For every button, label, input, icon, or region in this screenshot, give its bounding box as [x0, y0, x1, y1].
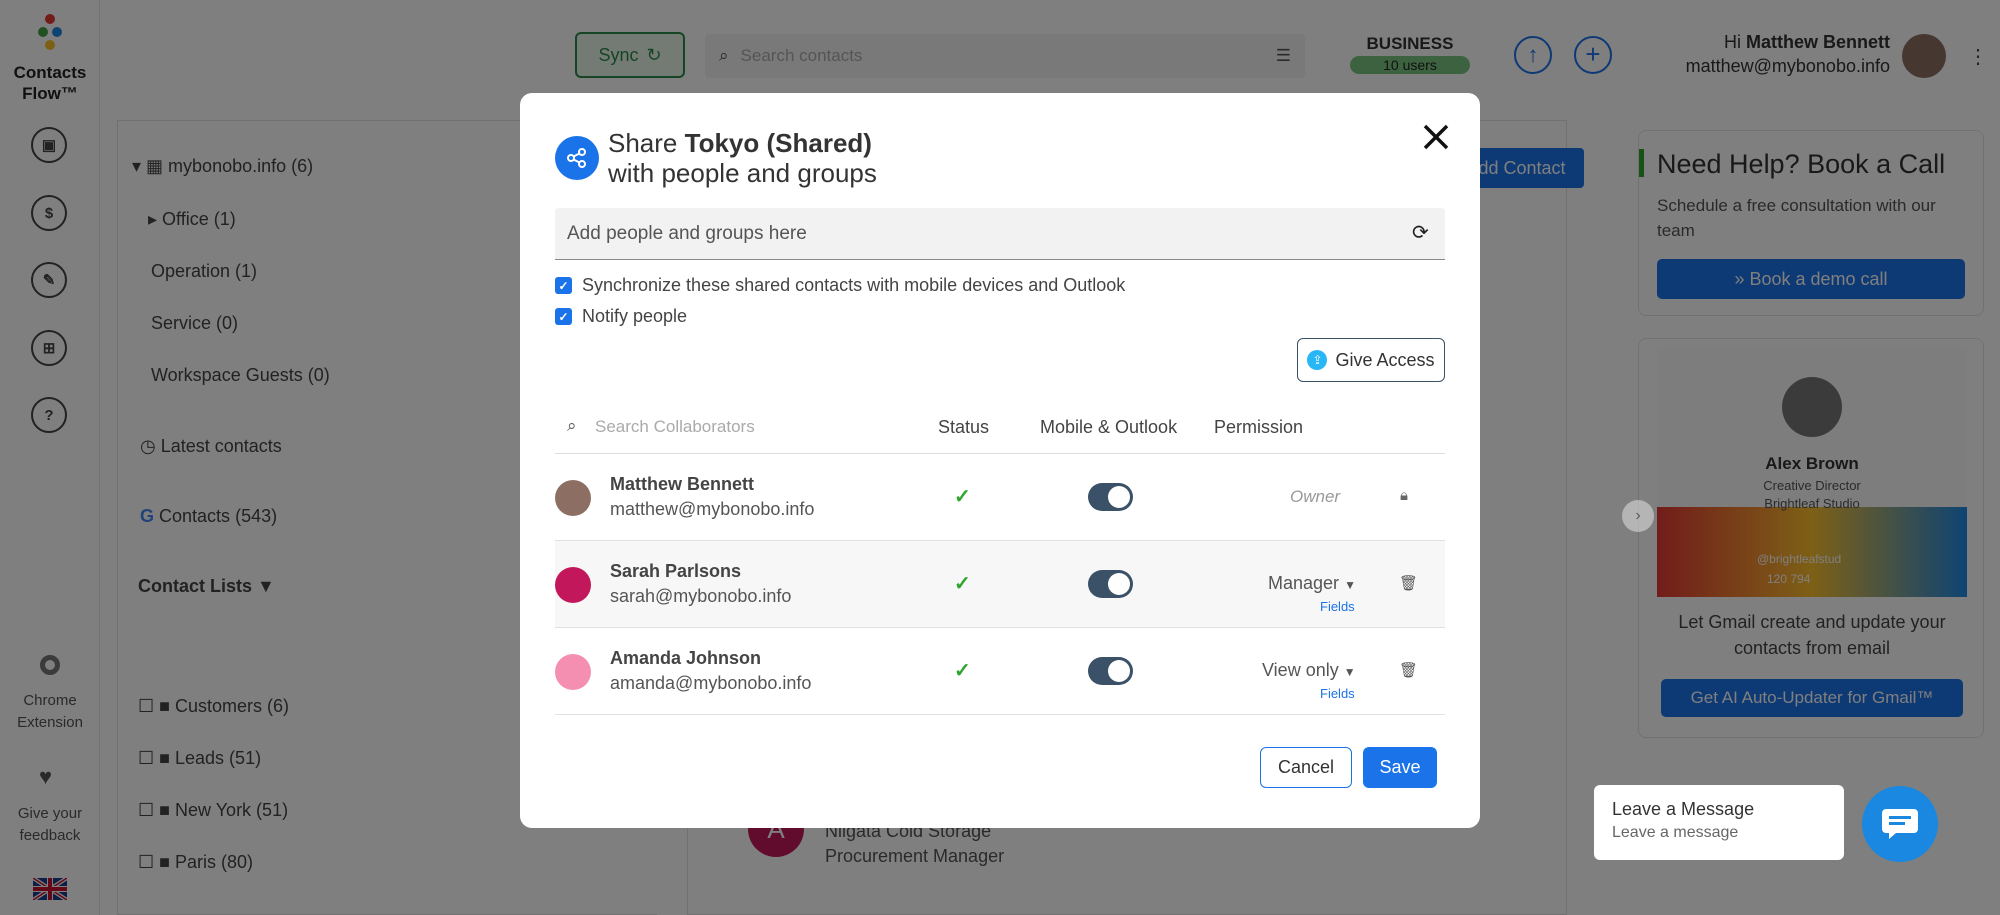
- trash-icon[interactable]: 🗑︎: [1399, 574, 1418, 592]
- permission-owner: Owner: [1290, 487, 1341, 506]
- collaborator-email: amanda@mybonobo.info: [610, 673, 812, 693]
- dialog-subtitle: with people and groups: [608, 158, 877, 188]
- give-access-button[interactable]: ⇪ Give Access: [1297, 338, 1445, 382]
- collaborator-email: sarah@mybonobo.info: [610, 586, 792, 606]
- chat-launcher-button[interactable]: [1862, 786, 1938, 862]
- notify-option-label: Notify people: [582, 306, 688, 326]
- add-people-input[interactable]: Add people and groups here: [567, 223, 807, 245]
- cancel-button[interactable]: Cancel: [1260, 747, 1352, 788]
- search-collaborators-input[interactable]: Search Collaborators: [595, 417, 755, 437]
- chat-subtitle: Leave a message: [1612, 824, 1739, 841]
- refresh-icon[interactable]: ⟳: [1412, 220, 1429, 245]
- status-check-icon: ✓: [954, 660, 971, 682]
- collaborator-row: Amanda Johnson amanda@mybonobo.info ✓ Vi…: [555, 628, 1445, 715]
- collaborator-name: Amanda Johnson: [610, 648, 762, 668]
- permission-dropdown[interactable]: View only ▼: [1262, 660, 1356, 681]
- collaborator-row: Sarah Parlsons sarah@mybonobo.info ✓ Man…: [555, 541, 1445, 628]
- collaborator-email: matthew@mybonobo.info: [610, 499, 815, 519]
- shared-item-name: Tokyo (Shared): [684, 128, 872, 158]
- share-small-icon: ⇪: [1307, 350, 1328, 370]
- mobile-outlook-column-header: Mobile & Outlook: [1040, 417, 1178, 437]
- mobile-outlook-toggle[interactable]: [1088, 570, 1133, 598]
- share-dialog: Share Tokyo (Shared) with people and gro…: [520, 93, 1480, 828]
- save-button[interactable]: Save: [1363, 747, 1437, 788]
- notify-checkbox[interactable]: ✓: [555, 308, 572, 325]
- share-icon: [555, 136, 599, 180]
- trash-icon[interactable]: 🗑︎: [1399, 661, 1418, 679]
- add-people-field[interactable]: Add people and groups here ⟳: [555, 208, 1445, 260]
- collaborator-row: Matthew Bennett matthew@mybonobo.info ✓ …: [555, 454, 1445, 541]
- collaborator-name: Sarah Parlsons: [610, 561, 742, 581]
- mobile-outlook-toggle[interactable]: [1088, 657, 1133, 685]
- status-column-header: Status: [938, 417, 990, 437]
- fields-link[interactable]: Fields: [1320, 599, 1355, 614]
- carousel-prev-icon[interactable]: ›: [1622, 500, 1654, 532]
- avatar: [555, 480, 591, 516]
- sync-option-label: Synchronize these shared contacts with m…: [582, 275, 1126, 295]
- collaborator-name: Matthew Bennett: [610, 474, 754, 494]
- lock-icon: 🔒︎: [1400, 487, 1408, 504]
- chat-icon: [1882, 809, 1918, 839]
- search-icon: ⌕: [567, 416, 577, 435]
- close-icon[interactable]: [1420, 121, 1452, 153]
- dialog-title: Share Tokyo (Shared): [608, 128, 872, 158]
- mobile-outlook-toggle[interactable]: [1088, 483, 1133, 511]
- chat-bubble[interactable]: Leave a Message Leave a message: [1594, 785, 1844, 860]
- chevron-down-icon: ▼: [1343, 665, 1356, 679]
- permission-column-header: Permission: [1214, 417, 1304, 437]
- status-check-icon: ✓: [954, 486, 971, 508]
- avatar: [555, 567, 591, 603]
- status-check-icon: ✓: [954, 573, 971, 595]
- chat-title: Leave a Message: [1612, 799, 1755, 819]
- chevron-down-icon: ▼: [1344, 578, 1356, 592]
- sync-checkbox[interactable]: ✓: [555, 277, 572, 294]
- fields-link[interactable]: Fields: [1320, 686, 1355, 701]
- avatar: [555, 654, 591, 690]
- permission-dropdown[interactable]: Manager ▼: [1268, 573, 1356, 594]
